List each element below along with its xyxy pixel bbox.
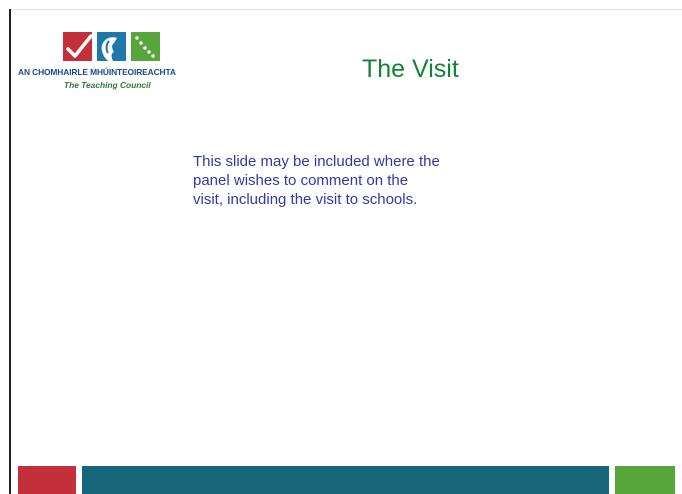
dots-icon bbox=[131, 32, 160, 61]
slide-body-text: This slide may be included where the pan… bbox=[193, 153, 440, 208]
logo-tagline: The Teaching Council bbox=[64, 80, 151, 90]
logo-marks bbox=[63, 32, 163, 62]
teaching-council-logo: AN CHOMHAIRLE MHÚINTEOIREACHTA The Teach… bbox=[18, 32, 208, 102]
left-border bbox=[9, 9, 11, 494]
footer-block-green bbox=[615, 466, 675, 494]
footer-bar bbox=[0, 466, 682, 494]
footer-block-teal bbox=[82, 466, 609, 494]
footer-block-red bbox=[18, 466, 76, 494]
head-profile-icon bbox=[97, 32, 126, 61]
check-icon bbox=[63, 32, 93, 61]
slide: AN CHOMHAIRLE MHÚINTEOIREACHTA The Teach… bbox=[0, 0, 682, 494]
slide-title: The Visit bbox=[362, 55, 459, 83]
top-border bbox=[10, 9, 682, 10]
logo-squares bbox=[63, 32, 160, 61]
logo-organisation-name: AN CHOMHAIRLE MHÚINTEOIREACHTA bbox=[18, 67, 176, 77]
